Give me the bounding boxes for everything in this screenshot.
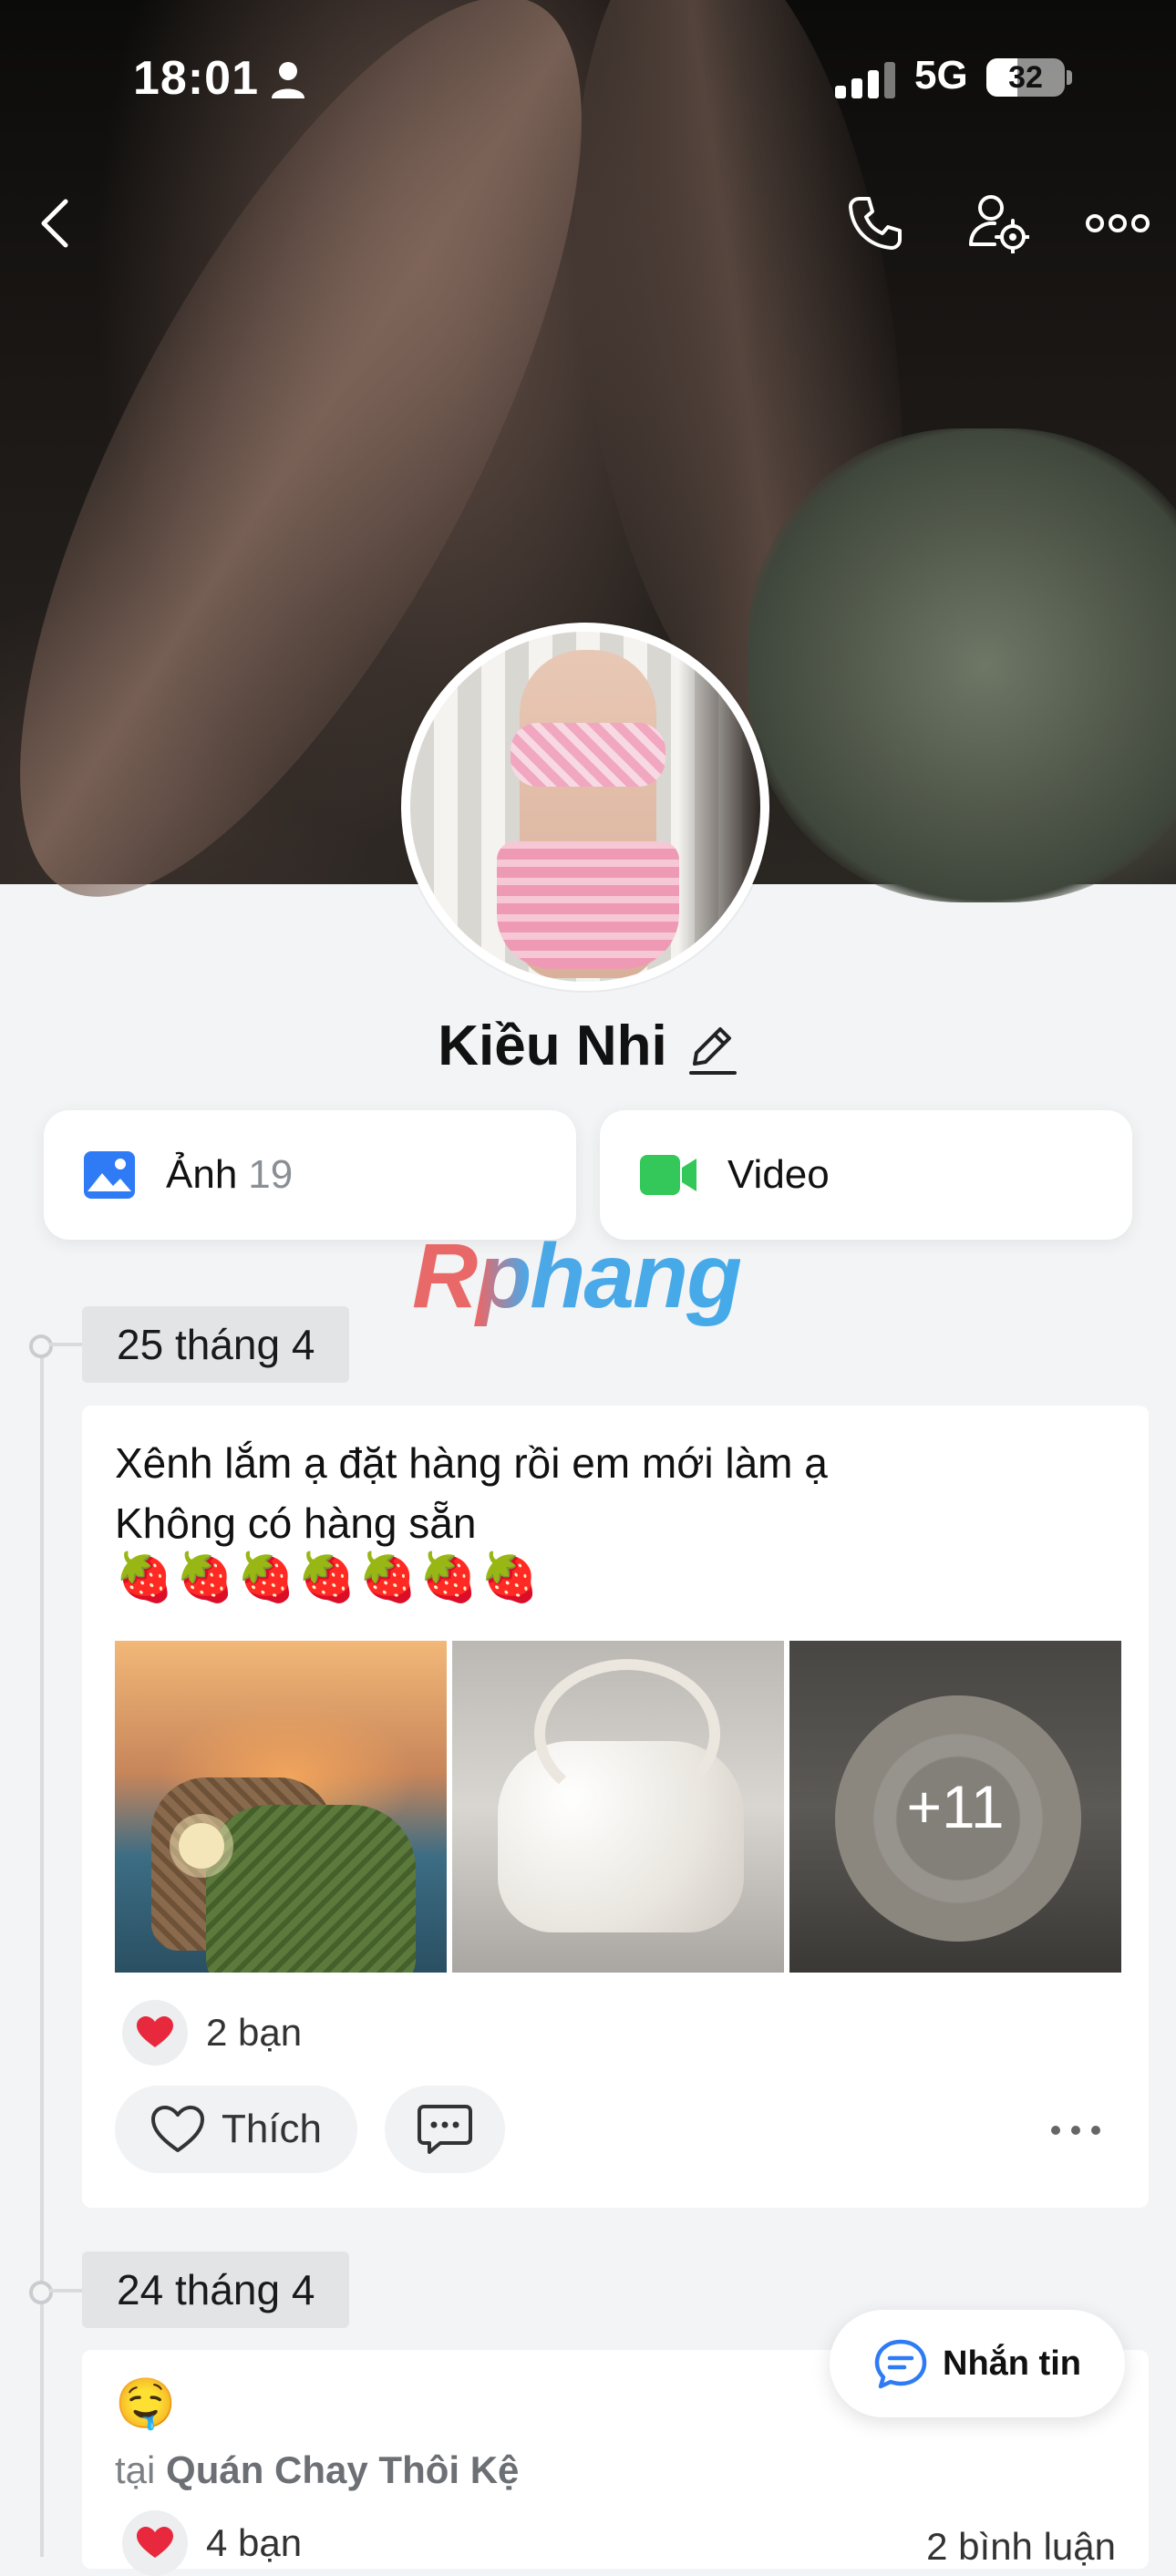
battery-tip [1067, 70, 1072, 85]
timeline-post[interactable]: Xênh lắm ạ đặt hàng rồi em mới làm ạ Khô… [82, 1406, 1149, 2208]
more-photos-count: +11 [789, 1641, 1121, 1973]
battery-level: 32 [1008, 60, 1043, 95]
heart-icon [122, 2000, 188, 2066]
heart-icon [122, 2510, 188, 2576]
checkin-location[interactable]: tại Quán Chay Thôi Kệ [115, 2448, 519, 2492]
video-tab[interactable]: Video [600, 1110, 1132, 1240]
like-button[interactable]: Thích [115, 2086, 357, 2173]
message-button[interactable]: Nhắn tin [830, 2310, 1125, 2417]
profile-name-row: Kiều Nhi [0, 1014, 1176, 1078]
chevron-left-icon [41, 199, 68, 248]
message-label: Nhắn tin [943, 2344, 1081, 2383]
photos-label: Ảnh [166, 1152, 238, 1197]
date-chip: 24 tháng 4 [82, 2251, 350, 2328]
image-icon [84, 1151, 135, 1199]
person-status-icon [272, 62, 304, 98]
pencil-edit-icon[interactable] [687, 1022, 738, 1077]
post-text: Xênh lắm ạ đặt hàng rồi em mới làm ạ Khô… [115, 1433, 828, 1553]
more-dots-icon [1086, 214, 1150, 232]
status-time: 18:01 [133, 52, 259, 105]
timeline-dot [29, 1334, 53, 1358]
profile-settings-button[interactable] [957, 187, 1039, 260]
post-text-line: Không có hàng sẵn [115, 1499, 477, 1547]
location-prefix: tại [115, 2448, 156, 2491]
video-camera-icon [640, 1155, 696, 1195]
post-emoji-line: 🍓🍓🍓🍓🍓🍓🍓 [115, 1551, 542, 1604]
timeline-line [40, 1345, 44, 2557]
profile-name: Kiều Nhi [438, 1015, 667, 1077]
photos-count: 19 [248, 1152, 294, 1197]
reaction-summary[interactable]: 2 bạn [122, 2000, 302, 2066]
user-gear-icon [969, 195, 1029, 253]
more-options-button[interactable] [1081, 187, 1154, 260]
signal-icon [835, 62, 895, 98]
post-emoji: 🤤 [115, 2376, 177, 2431]
cover-shape [748, 428, 1176, 902]
post-photo[interactable] [452, 1641, 784, 1973]
post-more-button[interactable] [1039, 2107, 1112, 2153]
reaction-count: 2 bạn [206, 2011, 303, 2054]
post-photo-more[interactable]: +11 [789, 1641, 1121, 1973]
date-chip: 25 tháng 4 [82, 1306, 350, 1383]
back-button[interactable] [27, 187, 82, 260]
timeline-dot [29, 2281, 53, 2304]
chat-bubble-icon [874, 2339, 927, 2389]
phone-icon [849, 197, 902, 250]
heart-outline-icon [150, 2106, 204, 2152]
video-label: Video [727, 1152, 830, 1197]
avatar[interactable] [401, 623, 769, 991]
network-type: 5G [914, 53, 968, 98]
reaction-summary[interactable]: 4 bạn [122, 2510, 302, 2576]
more-dots-icon [1051, 2126, 1100, 2135]
comment-button[interactable] [385, 2086, 505, 2173]
like-label: Thích [221, 2107, 323, 2151]
battery-icon: 32 [986, 58, 1065, 97]
comment-count[interactable]: 2 bình luận [926, 2525, 1116, 2569]
call-button[interactable] [839, 187, 912, 260]
reaction-count: 4 bạn [206, 2521, 303, 2564]
post-text-line: Xênh lắm ạ đặt hàng rồi em mới làm ạ [115, 1439, 828, 1487]
avatar-image [410, 632, 760, 982]
post-photo[interactable] [115, 1641, 447, 1973]
watermark: Rphang [412, 1225, 742, 1327]
photos-tab[interactable]: Ảnh 19 [44, 1110, 576, 1240]
comment-bubble-icon [418, 2105, 472, 2154]
location-name: Quán Chay Thôi Kệ [166, 2448, 520, 2491]
